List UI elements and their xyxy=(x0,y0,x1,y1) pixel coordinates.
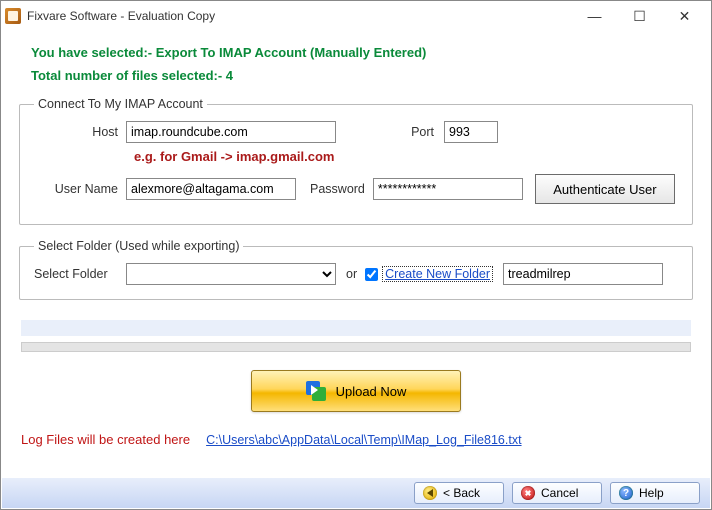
upload-icon xyxy=(306,381,326,401)
password-label: Password xyxy=(310,182,365,196)
back-button[interactable]: < Back xyxy=(414,482,504,504)
select-folder-label: Select Folder xyxy=(34,267,126,281)
create-folder-label[interactable]: Create New Folder xyxy=(382,266,493,282)
authenticate-button[interactable]: Authenticate User xyxy=(535,174,675,204)
app-icon xyxy=(5,8,21,24)
upload-label: Upload Now xyxy=(336,384,407,399)
host-input[interactable] xyxy=(126,121,336,143)
host-label: Host xyxy=(34,125,118,139)
cancel-button[interactable]: Cancel xyxy=(512,482,602,504)
port-input[interactable] xyxy=(444,121,498,143)
titlebar: Fixvare Software - Evaluation Copy — ☐ ✕ xyxy=(1,1,711,31)
username-label: User Name xyxy=(34,182,118,196)
help-button[interactable]: Help xyxy=(610,482,700,504)
maximize-button[interactable]: ☐ xyxy=(617,2,662,30)
imap-legend: Connect To My IMAP Account xyxy=(34,97,207,111)
app-window: Fixvare Software - Evaluation Copy — ☐ ✕… xyxy=(0,0,712,510)
username-input[interactable] xyxy=(126,178,296,200)
host-hint: e.g. for Gmail -> imap.gmail.com xyxy=(134,149,678,164)
status-area xyxy=(21,320,691,336)
cancel-label: Cancel xyxy=(541,486,578,500)
imap-fieldset: Connect To My IMAP Account Host Port e.g… xyxy=(19,97,693,225)
log-path-link[interactable]: C:\Users\abc\AppData\Local\Temp\IMap_Log… xyxy=(206,433,521,447)
help-label: Help xyxy=(639,486,664,500)
select-folder-combo[interactable] xyxy=(126,263,336,285)
cancel-icon xyxy=(521,486,535,500)
password-input[interactable] xyxy=(373,178,523,200)
folder-fieldset: Select Folder (Used while exporting) Sel… xyxy=(19,239,693,300)
progress-bar xyxy=(21,342,691,352)
minimize-button[interactable]: — xyxy=(572,2,617,30)
or-label: or xyxy=(346,267,357,281)
back-label: < Back xyxy=(443,486,480,500)
window-title: Fixvare Software - Evaluation Copy xyxy=(27,9,572,23)
folder-legend: Select Folder (Used while exporting) xyxy=(34,239,243,253)
upload-now-button[interactable]: Upload Now xyxy=(251,370,461,412)
help-icon xyxy=(619,486,633,500)
selection-info: You have selected:- Export To IMAP Accou… xyxy=(31,45,693,60)
back-icon xyxy=(423,486,437,500)
create-folder-checkbox[interactable] xyxy=(365,268,378,281)
close-button[interactable]: ✕ xyxy=(662,2,707,30)
new-folder-input[interactable] xyxy=(503,263,663,285)
log-label: Log Files will be created here xyxy=(21,432,190,447)
footer-bar: < Back Cancel Help xyxy=(2,478,710,508)
port-label: Port xyxy=(338,125,434,139)
file-count-info: Total number of files selected:- 4 xyxy=(31,68,693,83)
